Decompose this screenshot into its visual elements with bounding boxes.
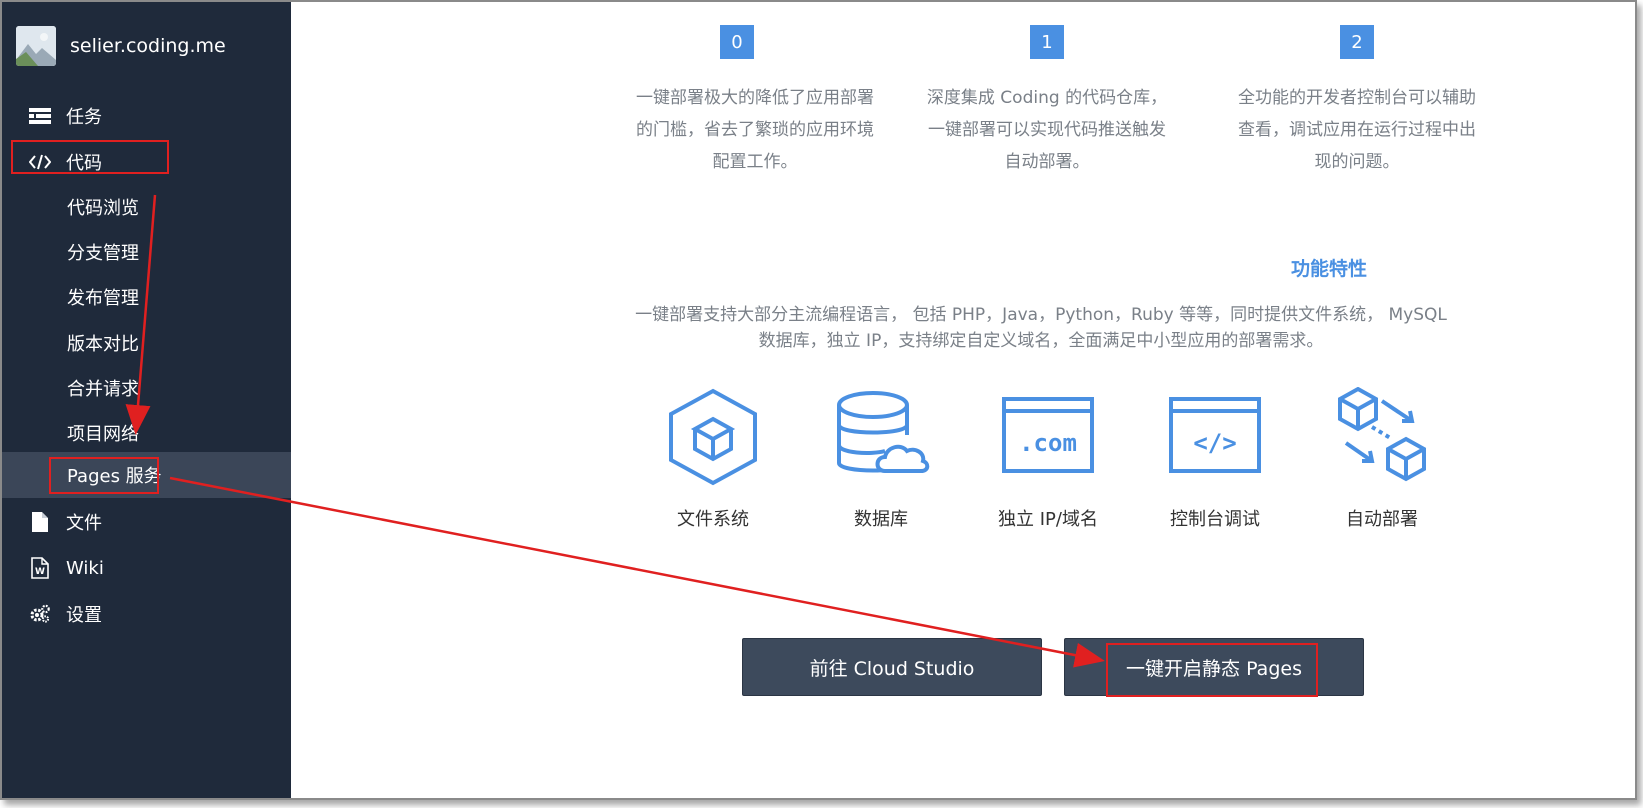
annotation-arrow-down <box>125 194 157 435</box>
annotation-arrows <box>125 194 1105 668</box>
annotation-arrow-to-button <box>169 476 1105 668</box>
app-window: selier.coding.me 任务 代码 代码浏览 分支管理 发布管理 版本… <box>0 0 1637 800</box>
